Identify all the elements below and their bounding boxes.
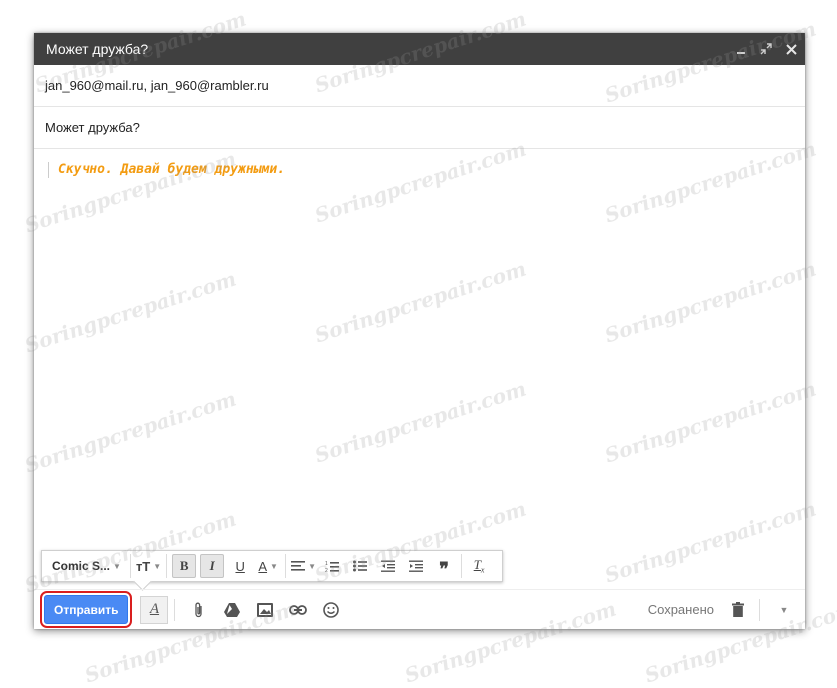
divider [166, 554, 168, 578]
message-text: Скучно. Давай будем дружными. [48, 162, 791, 178]
compose-bottom-bar: Отправить A Сохранено ▼ [34, 589, 805, 629]
indent-less-icon [381, 560, 396, 572]
more-options-icon: ▼ [779, 604, 789, 615]
indent-more-button[interactable] [404, 554, 428, 578]
text-color-icon: A [258, 558, 268, 574]
italic-icon: I [209, 558, 215, 573]
chevron-down-icon: ▼ [308, 561, 317, 571]
trash-icon [732, 602, 744, 617]
align-icon [291, 561, 306, 571]
underline-icon: U [235, 558, 245, 574]
divider [285, 554, 287, 578]
message-body[interactable]: Скучно. Давай будем дружными. [34, 150, 805, 574]
attach-button[interactable] [184, 596, 214, 624]
drive-icon [224, 602, 241, 617]
font-family-value: Comic S... [52, 559, 111, 573]
bold-icon: B [179, 558, 189, 573]
font-family-select[interactable]: Comic S... ▼ [48, 554, 125, 578]
remove-formatting-icon: Tx [473, 557, 485, 575]
bulleted-list-button[interactable] [348, 554, 372, 578]
minimize-icon[interactable] [730, 38, 752, 60]
compose-titlebar[interactable]: Может дружба? [34, 33, 805, 65]
italic-button[interactable]: I [200, 554, 225, 578]
more-options-button[interactable]: ▼ [769, 596, 799, 624]
photo-icon [257, 602, 274, 617]
subject-field[interactable]: Может дружба? [34, 107, 805, 149]
svg-text:2: 2 [325, 568, 328, 573]
close-icon[interactable] [780, 38, 802, 60]
save-status: Сохранено [647, 602, 714, 617]
divider [461, 554, 463, 578]
send-highlight: Отправить [40, 591, 133, 628]
send-button[interactable]: Отправить [44, 595, 129, 624]
emoji-icon [323, 601, 340, 618]
insert-link-button[interactable] [283, 596, 313, 624]
formatting-toggle-button[interactable]: A [140, 595, 169, 624]
divider [174, 598, 176, 621]
chevron-down-icon: ▼ [153, 561, 162, 571]
text-format-icon: A [149, 601, 160, 617]
bold-button[interactable]: B [172, 554, 197, 578]
drive-button[interactable] [217, 596, 247, 624]
insert-emoji-button[interactable] [316, 596, 346, 624]
font-size-icon: тT [135, 558, 151, 574]
chevron-down-icon: ▼ [270, 561, 278, 571]
indent-less-button[interactable] [376, 554, 400, 578]
svg-text:1: 1 [325, 561, 328, 567]
paperclip-icon [195, 602, 203, 617]
quote-icon: ❞ [439, 559, 449, 579]
numbered-list-button[interactable]: 12 [320, 554, 344, 578]
discard-draft-button[interactable] [723, 596, 753, 624]
quote-button[interactable]: ❞ [432, 554, 456, 578]
compose-title: Может дружба? [46, 41, 149, 57]
link-icon [289, 604, 308, 615]
divider [129, 554, 131, 578]
bulleted-list-icon [353, 560, 368, 572]
formatting-toolbar: Comic S... ▼ тT ▼ B I U A ▼ ▼ 12 ❞ Tx [41, 550, 503, 591]
recipients-text: jan_960@mail.ru, jan_960@rambler.ru [45, 78, 269, 93]
underline-button[interactable]: U [228, 554, 252, 578]
remove-formatting-button[interactable]: Tx [467, 554, 491, 578]
text-color-button[interactable]: A ▼ [256, 554, 280, 578]
align-button[interactable]: ▼ [291, 554, 316, 578]
numbered-list-icon: 12 [325, 561, 340, 573]
divider [759, 598, 760, 621]
recipients-field[interactable]: jan_960@mail.ru, jan_960@rambler.ru [34, 65, 805, 107]
subject-text: Может дружба? [45, 120, 140, 135]
indent-more-icon [409, 560, 424, 572]
insert-photo-button[interactable] [250, 596, 280, 624]
compose-window: Может дружба? jan_960@mail.ru, jan_960@r… [34, 33, 805, 629]
chevron-down-icon: ▼ [113, 561, 121, 571]
popout-icon[interactable] [755, 38, 777, 60]
